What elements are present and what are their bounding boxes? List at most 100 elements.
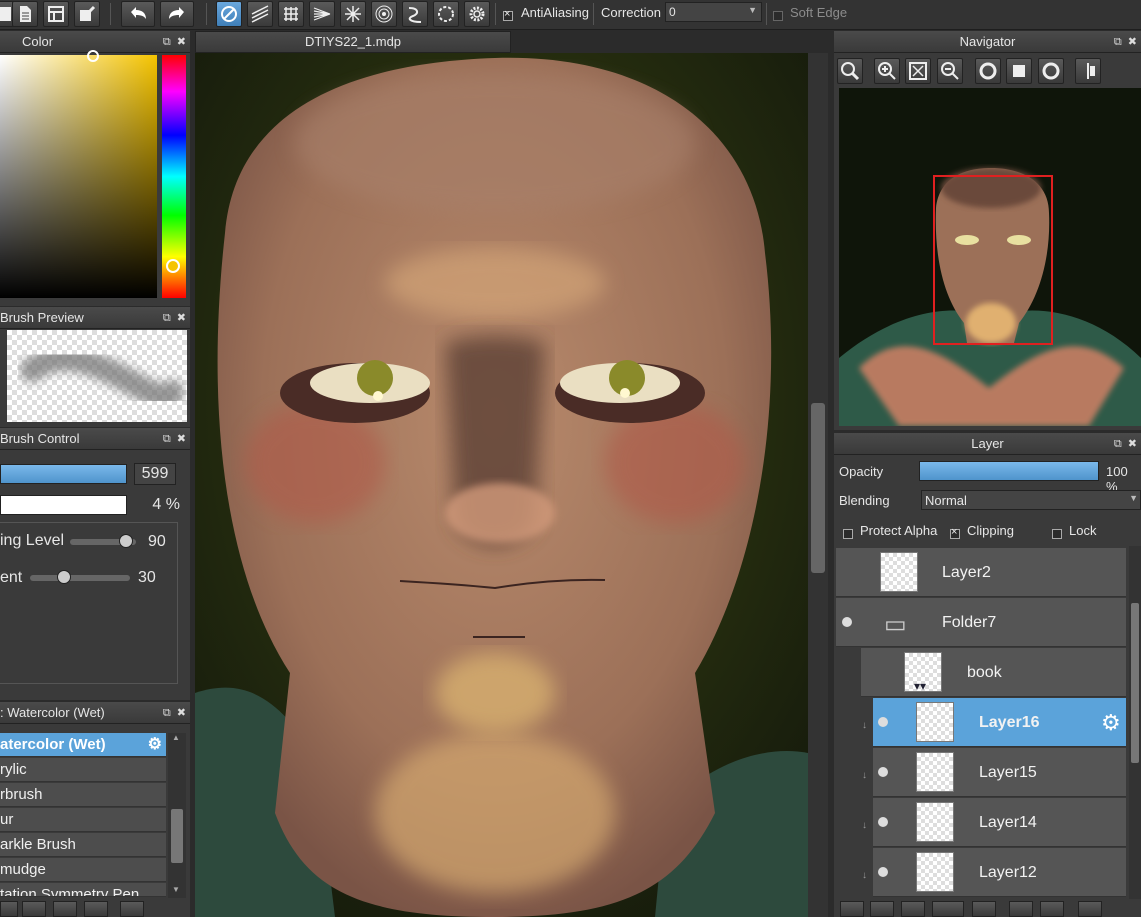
visibility-icon[interactable] — [842, 617, 852, 627]
scrollbar-thumb[interactable] — [811, 403, 825, 573]
blend-amount-handle[interactable] — [57, 570, 71, 584]
new-brush-icon[interactable] — [0, 901, 18, 917]
brush-control-panel: Brush Control ⧉ ✖ 599 4 % ing Level 90 en… — [0, 428, 190, 700]
curve-snap-icon[interactable] — [402, 1, 428, 27]
layer-name: Folder7 — [942, 614, 997, 631]
add-layer-menu-icon[interactable] — [932, 901, 964, 917]
close-icon[interactable]: ✖ — [1128, 36, 1137, 48]
brush-list-item[interactable]: rylic — [0, 758, 166, 782]
brush-list-item[interactable]: ur — [0, 808, 166, 832]
trash-icon[interactable] — [1078, 901, 1102, 917]
antialiasing-checkbox[interactable] — [503, 7, 513, 22]
close-icon[interactable]: ✖ — [177, 36, 186, 48]
visibility-icon[interactable] — [878, 717, 888, 727]
scroll-down-icon[interactable]: ▼ — [172, 885, 180, 894]
rotate-right-icon[interactable] — [1038, 58, 1064, 84]
zoom-in-icon[interactable] — [874, 58, 900, 84]
close-icon[interactable]: ✖ — [177, 707, 186, 719]
reset-view-icon[interactable] — [1006, 58, 1032, 84]
layer-row[interactable]: Layer14 — [873, 798, 1126, 847]
gear-icon[interactable]: ⚙ — [1101, 710, 1121, 736]
flip-horizontal-icon[interactable] — [1075, 58, 1101, 84]
hue-handle[interactable] — [166, 259, 180, 273]
visibility-icon[interactable] — [878, 867, 888, 877]
layer-opacity-slider[interactable] — [919, 461, 1099, 481]
brush-size-value[interactable]: 599 — [134, 463, 176, 485]
grid-edit-icon[interactable] — [74, 1, 100, 27]
redo-icon[interactable] — [160, 1, 194, 27]
protect-alpha-checkbox[interactable] — [843, 525, 853, 540]
zoom-out-icon[interactable] — [937, 58, 963, 84]
layer-row[interactable]: Layer12 — [873, 848, 1126, 897]
popout-icon[interactable]: ⧉ — [163, 707, 171, 719]
layer-list-scrollbar[interactable] — [1129, 546, 1141, 899]
brush-list-item[interactable]: tation Symmetry Pen — [0, 883, 166, 897]
layer-row[interactable]: ▾▾ book — [861, 648, 1126, 697]
trash-icon[interactable] — [120, 901, 144, 917]
fit-window-icon[interactable] — [905, 58, 931, 84]
new-layer-icon[interactable] — [840, 901, 864, 917]
brush-list-item[interactable]: rbrush — [0, 783, 166, 807]
close-icon[interactable]: ✖ — [1128, 438, 1137, 450]
burst-snap-icon[interactable] — [340, 1, 366, 27]
visibility-icon[interactable] — [878, 767, 888, 777]
popout-icon[interactable]: ⧉ — [163, 312, 171, 324]
brush-list-item[interactable]: mudge — [0, 858, 166, 882]
new-1bit-layer-icon[interactable] — [901, 901, 925, 917]
grid-snap-icon[interactable] — [278, 1, 304, 27]
close-icon[interactable]: ✖ — [177, 433, 186, 445]
color-saturation-field[interactable] — [0, 55, 157, 298]
brush-opacity-slider[interactable] — [0, 495, 127, 515]
parallel-snap-icon[interactable] — [247, 1, 273, 27]
document-icon[interactable] — [12, 1, 38, 27]
scrollbar-thumb[interactable] — [171, 809, 183, 863]
folder-icon[interactable] — [972, 901, 996, 917]
scroll-up-icon[interactable]: ▲ — [172, 733, 180, 742]
clip-indicator-icon: ↓ — [862, 720, 867, 731]
navigator-preview[interactable] — [839, 88, 1141, 426]
duplicate-layer-icon[interactable] — [1009, 901, 1033, 917]
snap-off-icon[interactable] — [216, 1, 242, 27]
layer-row[interactable]: Layer2 — [836, 548, 1126, 597]
blending-select[interactable]: Normal ▼ — [921, 490, 1141, 510]
document-tab[interactable]: DTIYS22_1.mdp — [195, 31, 511, 53]
brush-settings-icon[interactable] — [22, 901, 46, 917]
layer-row[interactable]: Layer15 — [873, 748, 1126, 797]
soft-edge-checkbox[interactable] — [773, 7, 783, 22]
layer-row-selected[interactable]: Layer16 ⚙ — [873, 698, 1126, 747]
undo-icon[interactable] — [121, 1, 155, 27]
popout-icon[interactable]: ⧉ — [1114, 438, 1122, 450]
new-8bit-layer-icon[interactable] — [870, 901, 894, 917]
folder-icon[interactable] — [53, 901, 77, 917]
brush-list-item[interactable]: arkle Brush — [0, 833, 166, 857]
popout-icon[interactable]: ⧉ — [163, 36, 171, 48]
popout-icon[interactable]: ⧉ — [1114, 36, 1122, 48]
drawing-canvas[interactable] — [195, 53, 808, 917]
clipping-checkbox[interactable] — [950, 525, 960, 540]
zoom-fit-icon[interactable] — [837, 58, 863, 84]
gear-icon[interactable]: ⚙ — [148, 733, 162, 757]
scrollbar-thumb[interactable] — [1131, 603, 1139, 763]
viewport-indicator[interactable] — [933, 175, 1053, 345]
popout-icon[interactable]: ⧉ — [163, 433, 171, 445]
canvas-vertical-scrollbar[interactable] — [808, 53, 828, 917]
color-picker-handle[interactable] — [87, 50, 99, 62]
duplicate-icon[interactable] — [84, 901, 108, 917]
blend-amount-slider[interactable] — [30, 575, 130, 581]
layer-row[interactable]: ▭ Folder7 — [836, 598, 1126, 647]
rotate-left-icon[interactable] — [975, 58, 1001, 84]
visibility-icon[interactable] — [878, 817, 888, 827]
brush-list-scrollbar[interactable]: ▲ ▼ — [168, 733, 186, 898]
mixing-level-handle[interactable] — [119, 534, 133, 548]
layout-icon[interactable] — [43, 1, 69, 27]
gear-icon[interactable] — [464, 1, 490, 27]
radial-snap-icon[interactable] — [309, 1, 335, 27]
merge-down-icon[interactable] — [1040, 901, 1064, 917]
lock-checkbox[interactable] — [1052, 525, 1062, 540]
correction-select[interactable]: 0 ▼ — [665, 2, 762, 22]
circle-snap-icon[interactable] — [433, 1, 459, 27]
concentric-snap-icon[interactable] — [371, 1, 397, 27]
brush-list-item[interactable]: atercolor (Wet) ⚙ — [0, 733, 166, 757]
close-icon[interactable]: ✖ — [177, 312, 186, 324]
brush-size-slider[interactable] — [0, 464, 127, 484]
